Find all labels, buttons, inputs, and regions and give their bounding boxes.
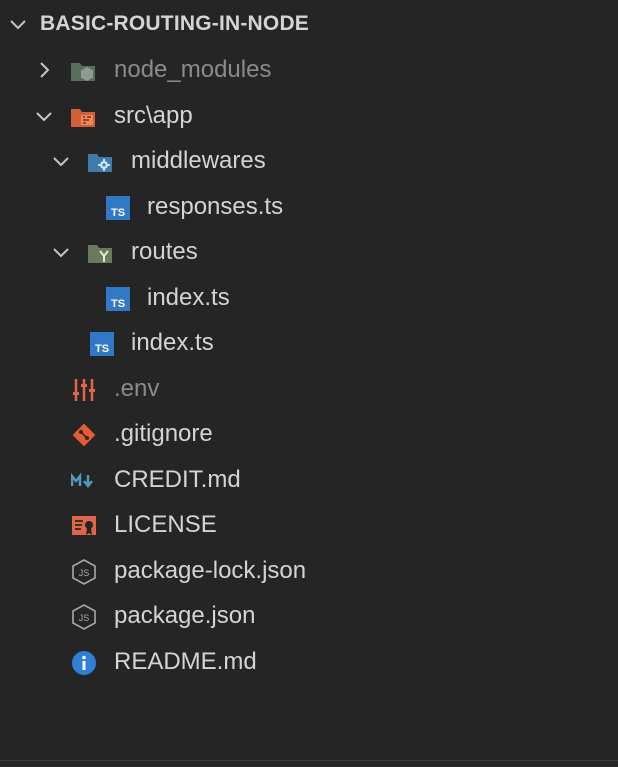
- tree-item-responses-ts[interactable]: TS responses.ts: [0, 185, 618, 230]
- typescript-icon: TS: [90, 332, 114, 356]
- tree-item-label: responses.ts: [147, 193, 284, 220]
- tree-item-label: index.ts: [147, 284, 230, 311]
- tree-item-node-modules[interactable]: node_modules: [0, 48, 618, 93]
- svg-text:TS: TS: [95, 343, 109, 355]
- tree-item-label: package-lock.json: [114, 557, 307, 584]
- chevron-down-icon[interactable]: [50, 150, 72, 172]
- tree-item-label: package.json: [114, 602, 256, 629]
- explorer-header[interactable]: BASIC-ROUTING-IN-NODE: [0, 0, 618, 50]
- tree-item-label: .gitignore: [114, 420, 213, 447]
- tree-item-label: src\app: [114, 102, 193, 129]
- tree-item-license[interactable]: LICENSE: [0, 503, 618, 548]
- middleware-folder-icon: [88, 154, 112, 172]
- src-folder-icon: [71, 109, 95, 127]
- markdown-icon: [71, 472, 93, 489]
- tree-item-label: index.ts: [131, 329, 214, 356]
- tree-item-src-app[interactable]: src\app: [0, 94, 618, 139]
- chevron-down-icon[interactable]: [6, 13, 30, 37]
- svg-text:JS: JS: [79, 613, 90, 623]
- nodejs-icon: JS: [72, 559, 96, 585]
- typescript-icon: TS: [106, 287, 130, 311]
- panel-divider: [0, 760, 618, 761]
- tree-item-label: node_modules: [114, 56, 272, 83]
- tree-item-app-index-ts[interactable]: TS index.ts: [0, 321, 618, 366]
- svg-text:TS: TS: [111, 298, 125, 310]
- nodejs-icon: JS: [72, 604, 96, 630]
- tree-item-label: middlewares: [131, 147, 266, 174]
- git-icon: [72, 423, 96, 447]
- tree-item-label: .env: [114, 375, 160, 402]
- info-icon: [72, 651, 96, 675]
- routes-folder-icon: [88, 245, 112, 263]
- chevron-right-icon[interactable]: [33, 59, 55, 81]
- typescript-icon: TS: [106, 196, 130, 220]
- tree-item-routes-index-ts[interactable]: TS index.ts: [0, 276, 618, 321]
- tree-item-readme-md[interactable]: README.md: [0, 640, 618, 685]
- svg-text:JS: JS: [79, 568, 90, 578]
- tree-item-label: LICENSE: [114, 511, 217, 538]
- tree-item-package-json[interactable]: JS package.json: [0, 594, 618, 639]
- tree-item-label: CREDIT.md: [114, 466, 241, 493]
- tree-item-env[interactable]: .env: [0, 367, 618, 412]
- chevron-down-icon[interactable]: [50, 241, 72, 263]
- tree-item-gitignore[interactable]: .gitignore: [0, 412, 618, 457]
- tree-item-routes[interactable]: routes: [0, 230, 618, 275]
- tree-item-label: routes: [131, 238, 198, 265]
- chevron-down-icon[interactable]: [33, 105, 55, 127]
- svg-text:TS: TS: [111, 207, 125, 219]
- node-modules-folder-icon: [71, 63, 95, 81]
- tree-item-package-lock-json[interactable]: JS package-lock.json: [0, 549, 618, 594]
- license-icon: [72, 516, 96, 535]
- tree-item-credit-md[interactable]: CREDIT.md: [0, 458, 618, 503]
- env-icon: [73, 379, 95, 401]
- tree-item-label: README.md: [114, 648, 257, 675]
- tree-item-middlewares[interactable]: middlewares: [0, 139, 618, 184]
- project-title: BASIC-ROUTING-IN-NODE: [40, 12, 310, 35]
